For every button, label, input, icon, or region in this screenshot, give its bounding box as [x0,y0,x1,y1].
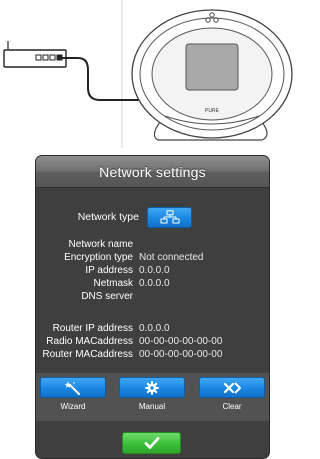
netmask-value: 0.0.0.0 [139,278,170,289]
router-ip-label: Router IP address [52,323,133,334]
magic-wand-icon [64,381,80,395]
encryption-type-value: Not connected [139,252,204,263]
ok-button[interactable] [122,432,181,454]
network-type-button[interactable] [147,206,192,228]
info-row-dns: DNS server [36,290,269,303]
info-row-router-ip: Router IP address 0.0.0.0 [36,322,269,335]
router-mac-label: Router MACaddress [42,349,133,360]
wizard-label: Wizard [60,402,86,411]
network-name-label: Network name [68,239,133,250]
ip-address-label: IP address [85,265,133,276]
clear-button[interactable] [199,377,265,398]
gear-icon [145,380,159,395]
router-mac-value: 00-00-00-00-00-00 [139,349,223,360]
tool-strip: Wizard Manual Clear [36,373,269,421]
network-settings-dialog: Network settings Network type Network na… [36,156,269,458]
brand-label: PURE [205,108,220,114]
network-type-label: Network type [77,211,139,223]
info-row-encryption: Encryption type Not connected [36,251,269,264]
info-row-network-name: Network name [36,238,269,251]
wizard-tool: Wizard [40,377,106,411]
clear-tool: Clear [199,377,265,411]
clear-icon [223,381,241,394]
radio-mac-label: Radio MACaddress [46,336,133,347]
info-row-router-mac: Router MACaddress 00-00-00-00-00-00 [36,348,269,361]
netmask-label: Netmask [93,278,133,289]
network-type-row: Network type [36,205,269,229]
clear-label: Clear [222,402,242,411]
dns-server-label: DNS server [81,291,133,302]
setup-illustration: PURE [3,0,293,148]
dialog-header: Network settings [36,156,269,188]
dialog-title: Network settings [99,163,206,180]
network-info-list: Network name Encryption type Not connect… [36,238,269,303]
manual-button[interactable] [119,377,185,398]
manual-label: Manual [138,402,166,411]
info-row-ip: IP address 0.0.0.0 [36,264,269,277]
screen: PURE Network settings Network type Netwo… [0,0,298,459]
encryption-type-label: Encryption type [64,252,133,263]
radio-mac-value: 00-00-00-00-00-00 [139,336,223,347]
radio-device [131,9,293,141]
network-icon [160,210,179,224]
checkmark-icon [144,437,159,449]
router-ip-value: 0.0.0.0 [139,323,170,334]
ip-address-value: 0.0.0.0 [139,265,170,276]
dialog-body: Network type Network name Encryption typ… [36,188,269,458]
wizard-button[interactable] [40,377,106,398]
router-info-list: Router IP address 0.0.0.0 Radio MACaddre… [36,322,269,361]
manual-tool: Manual [119,377,185,411]
info-row-netmask: Netmask 0.0.0.0 [36,277,269,290]
router-icon [3,41,67,68]
info-row-radio-mac: Radio MACaddress 00-00-00-00-00-00 [36,335,269,348]
